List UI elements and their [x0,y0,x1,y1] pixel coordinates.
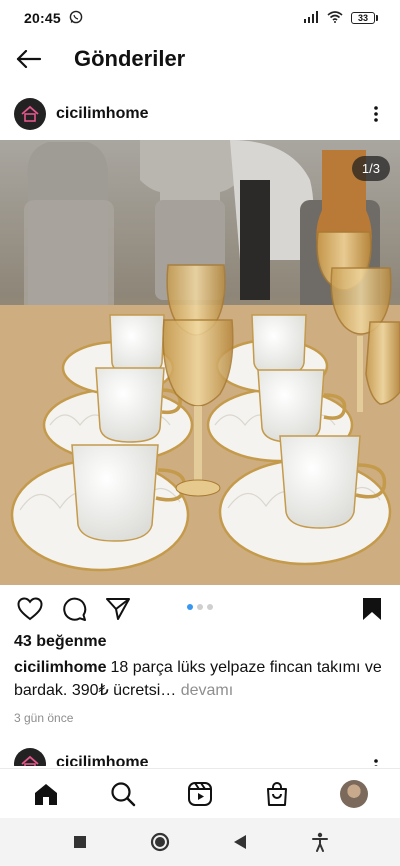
bottom-nav [0,768,400,818]
share-button[interactable] [104,595,132,623]
home-system-button[interactable] [142,824,178,860]
caption-ellipsis: … [160,682,177,699]
more-vertical-icon [374,759,378,766]
status-right: 33 [303,10,378,26]
image-counter-badge: 1/3 [351,156,390,181]
next-post-username[interactable]: cicilimhome [56,754,148,766]
accessibility-icon [312,832,328,852]
post-timestamp: 3 gün önce [14,711,74,725]
whatsapp-icon [69,10,83,27]
next-post-header: cicilimhome [0,744,400,766]
reels-icon [187,781,212,806]
status-bar: 20:45 33 [0,0,400,36]
post-header: cicilimhome [0,92,400,136]
square-icon [74,836,86,848]
like-button[interactable] [16,595,44,623]
avatar[interactable] [14,98,46,130]
caption-more-link[interactable]: devamı [181,682,233,699]
triangle-back-icon [234,835,246,849]
send-icon [106,598,130,620]
bookmark-icon [363,598,381,620]
house-logo-icon [21,105,39,122]
back-button[interactable] [0,36,58,82]
more-vertical-icon [374,106,378,122]
nav-search[interactable] [103,774,143,814]
caption-username[interactable]: cicilimhome [14,659,106,676]
heart-icon [17,597,43,621]
house-logo-icon [21,755,39,766]
wifi-icon [327,10,343,26]
accessibility-button[interactable] [302,824,338,860]
avatar[interactable] [14,748,46,766]
caption: cicilimhome 18 parça lüks yelpaze fincan … [14,656,386,702]
more-options-button[interactable] [364,99,388,129]
battery-level: 33 [351,12,375,24]
likes-count[interactable]: 43 beğenme [14,633,106,651]
status-time: 20:45 [24,10,61,26]
signal-icon [303,10,319,26]
save-button[interactable] [358,595,386,623]
more-options-button[interactable] [364,752,388,766]
battery-icon: 33 [351,12,378,24]
circle-icon [150,832,170,852]
nav-shop[interactable] [257,774,297,814]
shop-icon [266,781,287,806]
recents-button[interactable] [62,824,98,860]
nav-home[interactable] [26,774,66,814]
profile-avatar[interactable] [339,779,368,808]
arrow-left-icon [16,50,42,68]
app-header: Gönderiler [0,36,400,82]
comment-icon [63,597,87,621]
search-icon [111,781,136,806]
home-icon [35,783,58,805]
back-system-button[interactable] [222,824,258,860]
system-nav-bar [0,818,400,866]
post-image[interactable]: 1/3 [0,140,400,585]
nav-profile[interactable] [334,774,374,814]
nav-reels[interactable] [180,774,220,814]
post-username[interactable]: cicilimhome [56,105,148,123]
status-left: 20:45 [24,10,83,27]
page-title: Gönderiler [74,46,186,71]
action-row [0,592,400,626]
comment-button[interactable] [60,595,88,623]
